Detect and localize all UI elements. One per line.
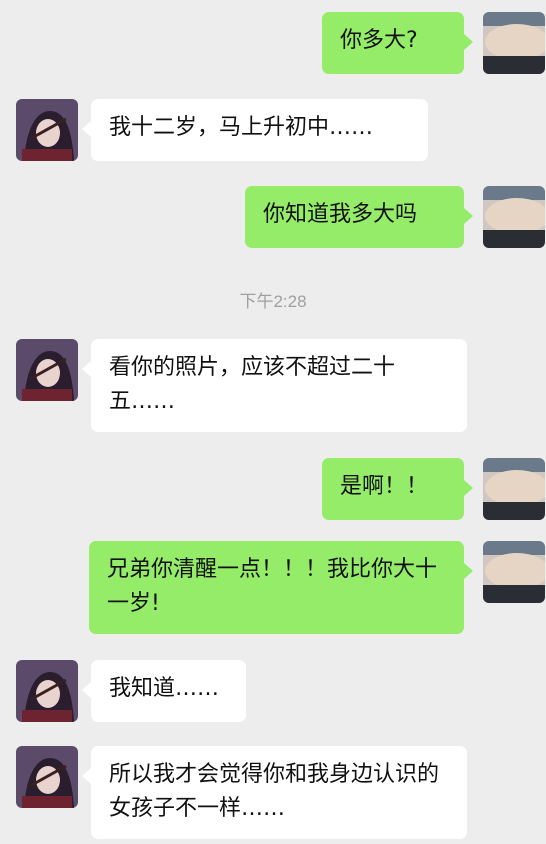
contact-avatar[interactable] bbox=[16, 339, 78, 401]
message-text: 看你的照片，应该不超过二十五…… bbox=[109, 355, 396, 414]
timestamp: 下午2:28 bbox=[239, 292, 307, 311]
message-text: 所以我才会觉得你和我身边认识的女孩子不一样…… bbox=[109, 762, 440, 821]
contact-avatar[interactable] bbox=[16, 660, 78, 722]
message-text: 我十二岁，马上升初中…… bbox=[109, 115, 374, 140]
anime-character-avatar-icon bbox=[16, 99, 78, 161]
contact-avatar[interactable] bbox=[16, 746, 78, 808]
message-text: 你多大? bbox=[340, 28, 418, 53]
my-avatar[interactable] bbox=[483, 541, 545, 603]
message-bubble-outgoing[interactable]: 是啊！！ bbox=[322, 458, 473, 520]
message-text: 兄弟你清醒一点！！！我比你大十一岁! bbox=[107, 557, 438, 616]
message-bubble-outgoing[interactable]: 你知道我多大吗 bbox=[245, 186, 473, 248]
my-avatar[interactable] bbox=[483, 12, 545, 74]
message-bubble-incoming[interactable]: 所以我才会觉得你和我身边认识的女孩子不一样…… bbox=[82, 746, 467, 839]
message-bubble-outgoing[interactable]: 你多大? bbox=[322, 12, 473, 74]
message-bubble-incoming[interactable]: 我十二岁，马上升初中…… bbox=[82, 99, 428, 161]
photo-avatar-icon bbox=[483, 458, 545, 520]
my-avatar[interactable] bbox=[483, 458, 545, 520]
message-text: 我知道…… bbox=[109, 676, 220, 701]
anime-character-avatar-icon bbox=[16, 339, 78, 401]
message-bubble-incoming[interactable]: 看你的照片，应该不超过二十五…… bbox=[82, 339, 467, 432]
message-text: 你知道我多大吗 bbox=[263, 202, 418, 227]
photo-avatar-icon bbox=[483, 12, 545, 74]
message-bubble-incoming[interactable]: 我知道…… bbox=[82, 660, 246, 722]
photo-avatar-icon bbox=[483, 186, 545, 248]
my-avatar[interactable] bbox=[483, 186, 545, 248]
photo-avatar-icon bbox=[483, 541, 545, 603]
message-text: 是啊！！ bbox=[340, 474, 429, 499]
anime-character-avatar-icon bbox=[16, 660, 78, 722]
contact-avatar[interactable] bbox=[16, 99, 78, 161]
anime-character-avatar-icon bbox=[16, 746, 78, 808]
message-bubble-outgoing[interactable]: 兄弟你清醒一点！！！我比你大十一岁! bbox=[89, 541, 473, 634]
chat-window: 你多大? 我十二岁，马上升初中…… 你知道我多大吗 下午2:28 看你的照片，应… bbox=[0, 0, 546, 844]
